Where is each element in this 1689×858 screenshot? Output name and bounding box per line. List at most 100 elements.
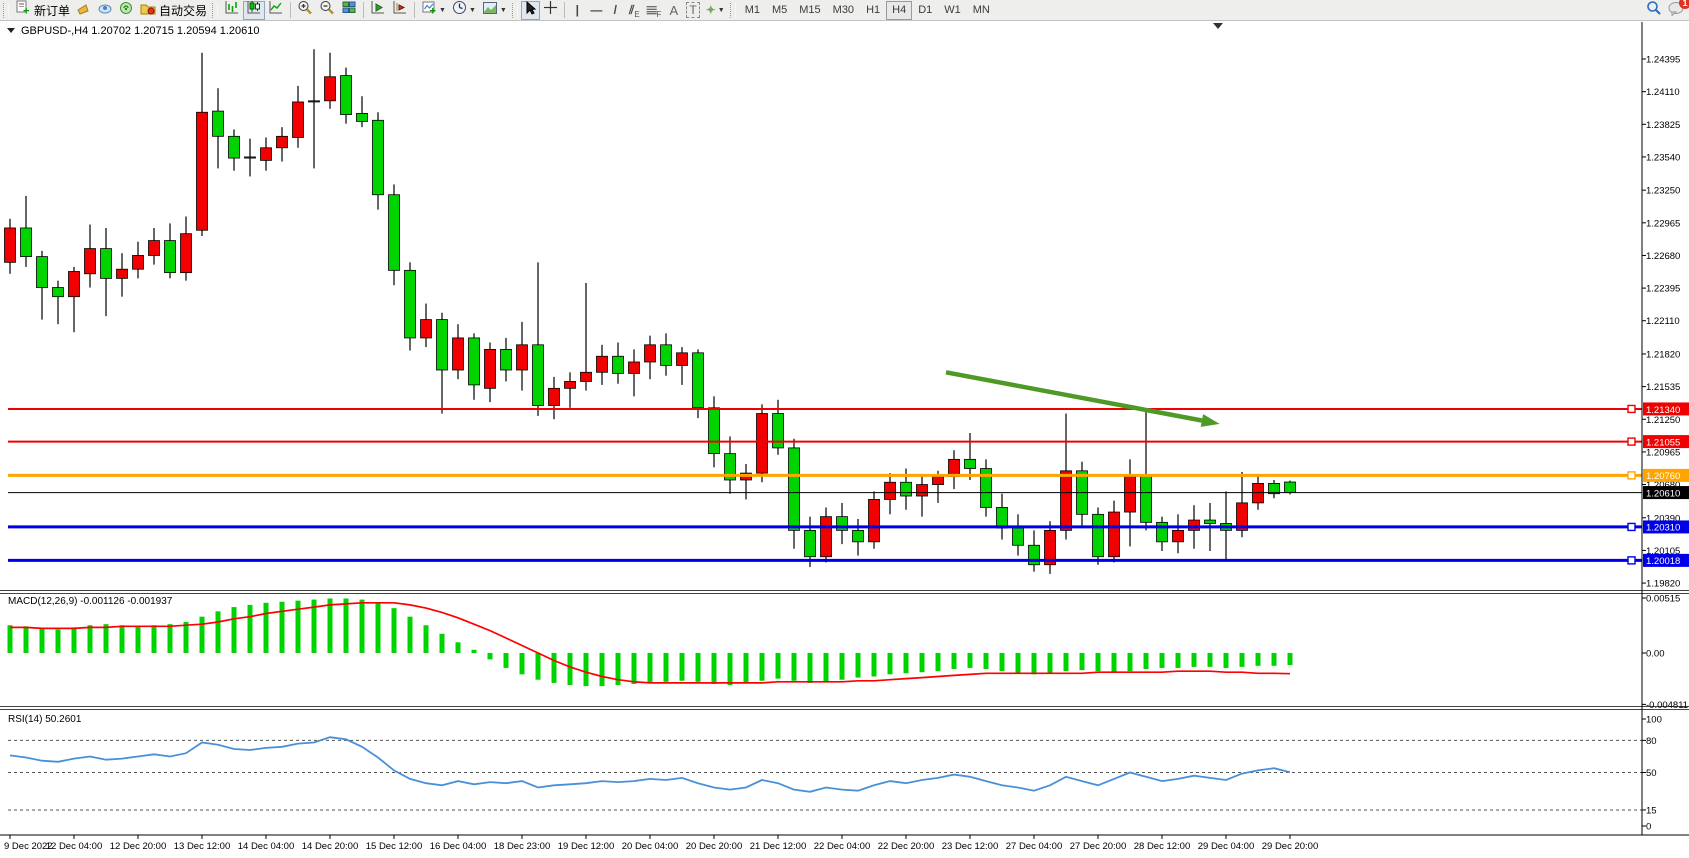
- candlestick: [869, 491, 880, 548]
- arrows-tool-button[interactable]: ✦ ▼: [703, 1, 728, 20]
- time-axis-label: 29 Dec 20:00: [1262, 841, 1319, 852]
- text-tool-button[interactable]: A: [664, 1, 683, 20]
- signals-button[interactable]: [116, 1, 137, 20]
- time-axis-label: 28 Dec 12:00: [1134, 841, 1191, 852]
- auto-trading-button[interactable]: 自动交易: [137, 1, 210, 20]
- main-toolbar: + 新订单 自动交易: [0, 0, 1689, 21]
- toolbar-grip[interactable]: [212, 3, 218, 18]
- macd-histogram-bar: [872, 653, 877, 676]
- trendline-tool-button[interactable]: /: [606, 1, 625, 20]
- macd-histogram-bar: [568, 653, 573, 685]
- periods-button[interactable]: ▼: [449, 1, 479, 20]
- zoom-in-button[interactable]: [294, 1, 316, 20]
- chevron-down-icon: ▼: [718, 7, 725, 14]
- line-chart-mode-button[interactable]: [265, 1, 287, 20]
- symbol-ohlc-text: GBPUSD-,H4 1.20702 1.20715 1.20594 1.206…: [21, 25, 260, 37]
- fibonacci-tool-button[interactable]: 𝄙 F: [644, 1, 665, 20]
- timeframe-h1[interactable]: H1: [860, 1, 886, 20]
- time-axis-label: 27 Dec 20:00: [1070, 841, 1127, 852]
- timeframe-m1[interactable]: M1: [739, 1, 766, 20]
- toolbar-grip[interactable]: [730, 3, 736, 18]
- fibonacci-subscript: F: [656, 10, 661, 19]
- time-axis-label: 12 Dec 20:00: [110, 841, 167, 852]
- tile-windows-button[interactable]: [338, 1, 360, 20]
- auto-scroll-icon: [370, 0, 386, 20]
- macd-histogram-bar: [392, 608, 397, 653]
- time-axis-label: 12 Dec 04:00: [46, 841, 103, 852]
- timeframe-w1[interactable]: W1: [938, 1, 967, 20]
- chart-background[interactable]: [0, 21, 1689, 858]
- time-axis-label: 29 Dec 04:00: [1198, 841, 1255, 852]
- macd-histogram-bar: [1096, 653, 1101, 671]
- macd-histogram-bar: [8, 625, 13, 653]
- macd-histogram-bar: [664, 653, 669, 682]
- auto-scroll-button[interactable]: [367, 1, 389, 20]
- line-handle[interactable]: [1628, 523, 1635, 530]
- macd-histogram-bar: [936, 653, 941, 671]
- price-tag-text: 1.20610: [1646, 488, 1680, 499]
- rsi-axis-label: 100: [1646, 715, 1662, 726]
- timeframe-m30[interactable]: M30: [827, 1, 860, 20]
- macd-histogram-bar: [888, 653, 893, 674]
- templates-button[interactable]: ▼: [479, 1, 510, 20]
- toolbar-grip[interactable]: [3, 3, 9, 18]
- candlestick: [389, 184, 400, 285]
- line-handle[interactable]: [1628, 472, 1635, 479]
- price-axis-label: 1.24110: [1646, 87, 1680, 98]
- timeframe-m15[interactable]: M15: [793, 1, 826, 20]
- auto-trading-icon: [140, 1, 156, 20]
- timeframe-h4[interactable]: H4: [886, 1, 912, 20]
- candlestick: [757, 404, 768, 482]
- price-tag-text: 1.21340: [1646, 405, 1680, 416]
- notifications-button[interactable]: 1: [1668, 1, 1685, 21]
- macd-histogram-bar: [632, 653, 637, 684]
- macd-histogram-bar: [1240, 653, 1245, 667]
- macd-histogram-bar: [648, 653, 653, 683]
- candlestick: [405, 262, 416, 350]
- bar-chart-mode-button[interactable]: [221, 1, 243, 20]
- toolbar-grip[interactable]: [512, 3, 518, 18]
- macd-histogram-bar: [1288, 653, 1293, 665]
- chart-canvas[interactable]: GBPUSD-,H4 1.20702 1.20715 1.20594 1.206…: [0, 21, 1689, 858]
- rsi-axis-label: 0: [1646, 822, 1651, 833]
- macd-histogram-bar: [584, 653, 589, 686]
- cursor-tool-button[interactable]: [521, 1, 540, 20]
- timeframe-d1[interactable]: D1: [912, 1, 938, 20]
- chart-shift-button[interactable]: [389, 1, 411, 20]
- macd-histogram-bar: [280, 602, 285, 653]
- template-icon: [482, 1, 498, 20]
- indicators-button[interactable]: + ▼: [418, 1, 449, 20]
- chevron-down-icon: ▼: [500, 7, 507, 14]
- macd-histogram-bar: [1224, 653, 1229, 668]
- price-axis-label: 1.21535: [1646, 382, 1680, 393]
- macd-histogram-bar: [40, 628, 45, 653]
- timeframe-m5[interactable]: M5: [766, 1, 793, 20]
- news-button[interactable]: [73, 1, 94, 20]
- line-handle[interactable]: [1628, 405, 1635, 412]
- vertical-line-tool-button[interactable]: |: [568, 1, 587, 20]
- line-handle[interactable]: [1628, 557, 1635, 564]
- macd-histogram-bar: [536, 653, 541, 680]
- time-axis-label: 23 Dec 12:00: [942, 841, 999, 852]
- timeframe-mn[interactable]: MN: [967, 1, 996, 20]
- equidistant-channel-tool-button[interactable]: ⫽ E: [625, 1, 644, 20]
- time-axis-label: 22 Dec 04:00: [814, 841, 871, 852]
- new-order-button[interactable]: + 新订单: [12, 1, 73, 20]
- crosshair-tool-button[interactable]: [540, 1, 561, 20]
- line-handle[interactable]: [1628, 438, 1635, 445]
- price-axis-label: 1.23825: [1646, 120, 1680, 131]
- macd-histogram-bar: [728, 653, 733, 685]
- community-button[interactable]: [94, 1, 116, 20]
- label-tool-button[interactable]: T: [683, 1, 702, 20]
- macd-histogram-bar: [488, 653, 493, 659]
- search-icon[interactable]: [1646, 0, 1662, 21]
- macd-axis-label: 0.00515: [1646, 593, 1680, 604]
- horizontal-line-tool-button[interactable]: —: [587, 1, 606, 20]
- macd-histogram-bar: [248, 605, 253, 653]
- horizontal-line-icon: —: [590, 3, 602, 17]
- candlestick-mode-button[interactable]: [243, 1, 265, 20]
- zoom-out-button[interactable]: [316, 1, 338, 20]
- macd-histogram-bar: [72, 627, 77, 653]
- macd-histogram-bar: [344, 599, 349, 653]
- price-axis-label: 1.23250: [1646, 186, 1680, 197]
